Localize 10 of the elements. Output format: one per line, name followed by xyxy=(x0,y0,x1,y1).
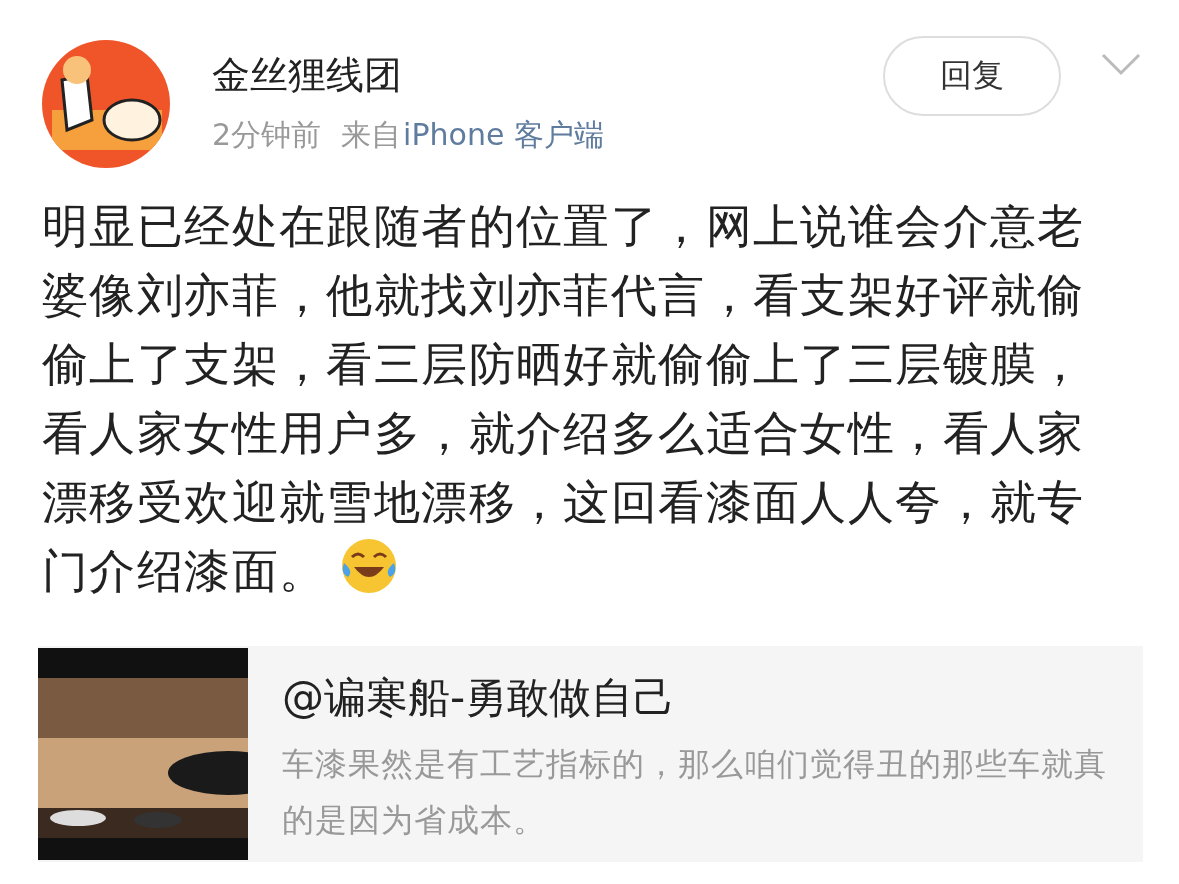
post-time: 2分钟前 xyxy=(212,116,322,154)
source-label: 来自 xyxy=(341,116,402,154)
post-text: 明显已经处在跟随者的位置了，网上说谁会介意老婆像刘亦菲，他就找刘亦菲代言，看支架好评就偷偷上了支架，看三层防晒好就偷偷上了三层镀膜，看人家女性用户多，就介绍多么适合女性，看人家漂移受欢迎就雪地漂移，这回看漆面人人夸，就专门介绍漆面。 xyxy=(42,198,1086,600)
author-name[interactable]: 金丝狸线团 xyxy=(212,50,883,101)
source-link[interactable]: iPhone 客户端 xyxy=(403,115,604,156)
quoted-text: 车漆果然是有工艺指标的，那么咱们觉得丑的那些车就真的是因为省成本。 xyxy=(282,744,1108,841)
quoted-author[interactable]: @谝寒船-勇敢做自己 xyxy=(282,670,1112,726)
reply-button[interactable]: 回复 xyxy=(883,36,1061,116)
quoted-post-card[interactable]: @谝寒船-勇敢做自己 车漆果然是有工艺指标的，那么咱们觉得丑的那些车就真的是因为省成本。 xyxy=(38,646,1143,862)
laughing-tears-emoji-icon xyxy=(340,537,399,595)
